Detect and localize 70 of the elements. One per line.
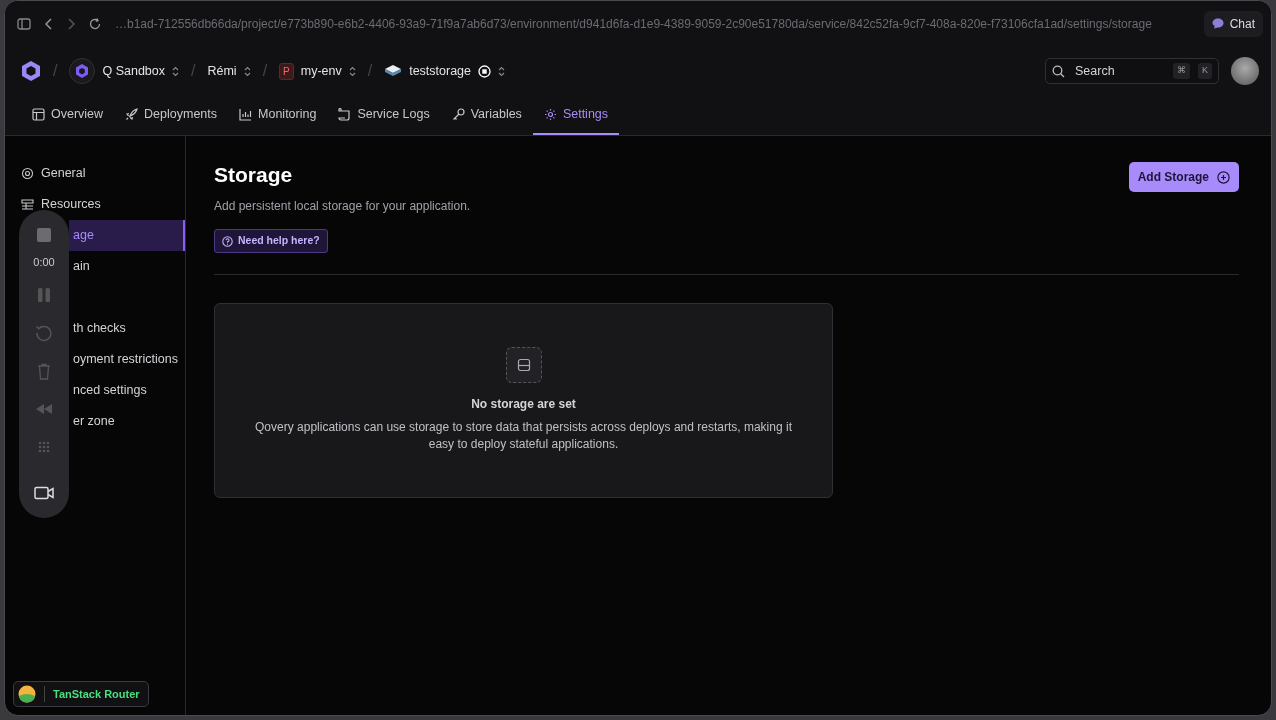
sliders-icon [21,198,34,211]
avatar[interactable] [1231,57,1259,85]
trash-icon[interactable] [37,362,51,380]
tab[interactable]: Overview [21,96,115,135]
scroll-icon [338,108,352,121]
chat-button[interactable]: Chat [1203,10,1263,37]
status-icon [478,64,492,78]
project-badge: P [279,62,294,80]
key-icon [451,108,465,121]
forward-icon[interactable] [67,17,75,30]
sidebar-item[interactable]: th checks [69,313,185,344]
grid-icon[interactable] [36,439,52,455]
add-storage-button[interactable]: Add Storage [1128,162,1239,192]
chevron-up-down-icon [348,65,356,77]
chevron-up-down-icon [172,65,179,77]
back-icon[interactable] [45,17,53,30]
breadcrumb-item[interactable]: Rémi [207,61,251,81]
logo-icon [18,685,36,703]
storage-icon [505,347,542,384]
chevron-up-down-icon [498,65,506,77]
reload-icon[interactable] [89,17,101,30]
tab[interactable]: Monitoring [228,96,328,135]
sidebar-toggle-icon[interactable] [17,17,31,30]
address-bar[interactable]: …b1ad-712556db66da/project/e773b890-e6b2-4406-93a9-71f9a7ab6d73/environment/d941d6fa-d1e9-4389-9059-2c90e51780da/service/842c52fa-9cf7-408a-820e-f73106cfa1ad/settings/storage [115,14,1190,33]
settings-icon [21,167,34,180]
help-icon [222,235,233,247]
chevron-up-down-icon [243,65,251,77]
breadcrumb-separator: / [191,61,196,81]
search-icon [1052,64,1065,78]
recording-time: 0:00 [33,255,55,270]
chat-icon [1211,18,1224,29]
empty-state-text: Qovery applications can use storage to store data that persists across deploys and restarts, making it easy to deploy stateful applications. [254,419,793,454]
sidebar-item[interactable]: ain [69,251,185,282]
help-button[interactable]: Need help here? [214,229,328,253]
sidebar-item[interactable]: Resources [5,189,185,220]
shortcut-key: ⌘ [1173,63,1190,79]
sidebar-item[interactable]: age [69,220,185,251]
tab[interactable]: Deployments [114,96,229,135]
breadcrumb-item[interactable]: P my-env [279,61,356,81]
sidebar-item[interactable]: oyment restrictions [69,344,185,375]
layers-icon [384,64,403,78]
plus-icon [1217,170,1230,184]
breadcrumb-item[interactable]: Q Sandbox [69,58,179,84]
breadcrumb-separator: / [262,61,268,81]
tab[interactable]: Settings [532,96,620,135]
pause-icon[interactable] [37,287,51,303]
search-field[interactable]: Search [1073,60,1165,82]
devtools-badge[interactable]: TanStack Router [13,681,149,707]
breadcrumb-item[interactable]: teststorage [384,61,506,81]
rocket-icon [125,108,139,121]
camera-icon[interactable] [34,486,54,500]
shortcut-key: K [1198,63,1212,79]
breadcrumb-separator: / [367,61,373,81]
chart-icon [239,108,253,121]
breadcrumb-separator: / [53,61,58,81]
layout-icon [32,108,45,121]
search-bar[interactable]: Search ⌘ K [1045,58,1219,84]
settings-icon [543,108,557,121]
page-title: Storage [214,162,294,188]
page-description: Add persistent local storage for your application. [214,198,471,216]
logo-icon[interactable] [21,60,41,82]
sidebar-item[interactable]: er zone [69,406,185,437]
rewind-icon[interactable] [35,404,53,414]
sidebar-item[interactable]: General [5,158,185,189]
org-logo-icon [69,58,96,84]
empty-state-title: No storage are set [471,396,576,414]
sidebar-item[interactable]: nced settings [69,375,185,406]
tab[interactable]: Variables [440,96,533,135]
restart-icon[interactable] [35,324,53,342]
tab[interactable]: Service Logs [327,96,441,135]
